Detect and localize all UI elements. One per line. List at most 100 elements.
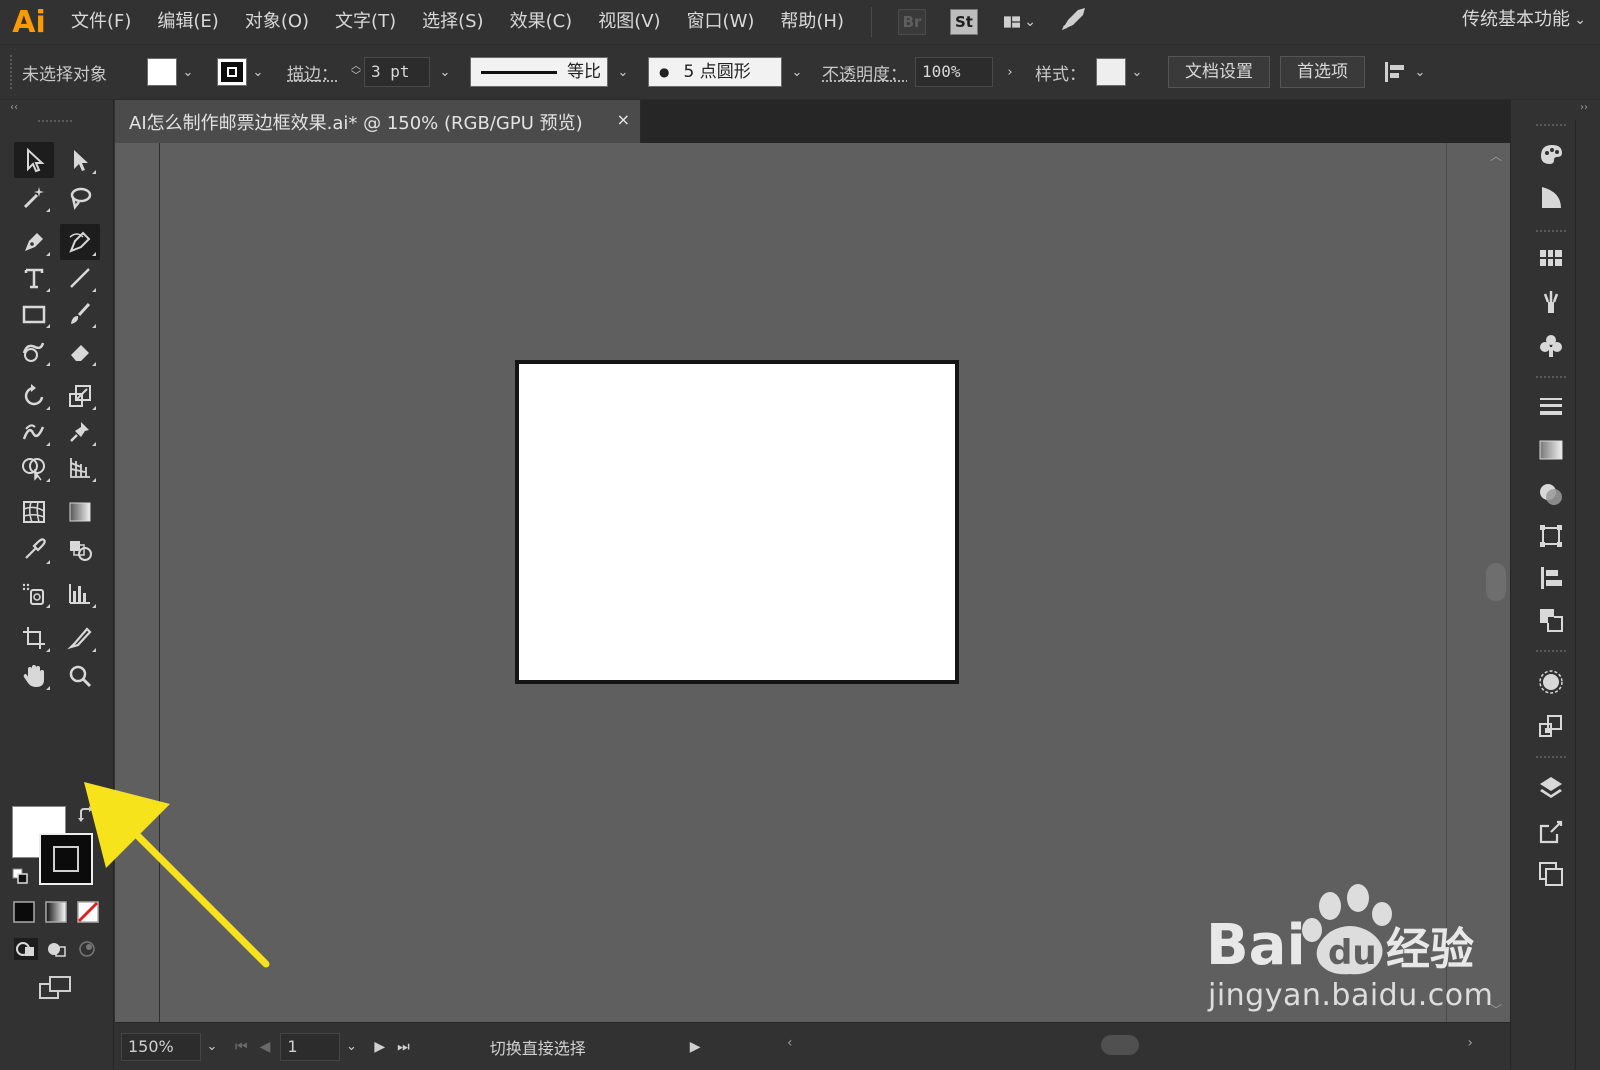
stroke-weight-input[interactable]: 3 pt [364,57,430,87]
chevron-left-icon[interactable]: ‹ [787,1035,793,1051]
panel-grip[interactable] [38,120,72,126]
opacity-label[interactable]: 不透明度： [822,60,907,85]
slice-tool[interactable] [60,620,100,656]
symbol-sprayer-tool[interactable] [14,576,54,612]
gradient-mode-icon[interactable] [44,900,68,924]
shaper-tool[interactable] [14,334,54,370]
canvas[interactable] [115,143,1482,1022]
document-setup-button[interactable]: 文档设置 [1168,56,1270,88]
rectangle-tool[interactable] [14,296,54,332]
draw-behind-icon[interactable] [45,938,69,960]
panel-grip[interactable] [1536,756,1566,760]
chevron-down-icon[interactable]: ⌄ [177,65,199,80]
lasso-tool[interactable] [60,180,100,216]
menu-file[interactable]: 文件(F) [58,0,144,44]
horizontal-scroll-thumb[interactable] [1101,1035,1139,1055]
last-artboard-icon[interactable]: ⏭ [397,1039,410,1055]
collapse-icon[interactable]: ›› [1580,102,1588,113]
menu-object[interactable]: 对象(O) [232,0,322,44]
chevron-down-icon[interactable]: ⌄ [434,65,456,80]
transform-button[interactable] [1534,520,1568,552]
column-graph-tool[interactable] [60,576,100,612]
chevron-down-icon[interactable]: ⌄ [612,65,634,80]
scale-tool[interactable] [60,378,100,414]
previous-artboard-icon[interactable]: ◀ [260,1039,271,1055]
gradient-tool[interactable] [60,494,100,530]
align-options-button[interactable]: ⌄ [1383,60,1431,84]
chevron-down-icon[interactable]: ⌄ [201,1039,223,1054]
mesh-tool[interactable] [14,494,54,530]
hand-tool[interactable] [14,658,54,694]
color-mode-icon[interactable] [12,900,36,924]
variable-width-profile[interactable]: 等比 [470,57,608,87]
draw-inside-icon[interactable] [76,938,100,960]
pen-tool[interactable] [14,224,54,260]
perspective-grid-tool[interactable] [60,450,100,486]
stroke-label[interactable]: 描边： [287,60,338,85]
stroke-weight-stepper[interactable]: ︿ ﹀ [348,57,364,87]
menu-window[interactable]: 窗口(W) [674,0,768,44]
none-mode-icon[interactable] [76,900,100,924]
rectangle-shape[interactable] [515,360,959,684]
layers-button[interactable] [1534,772,1568,804]
appearance-button[interactable] [1534,666,1568,698]
graphic-styles-button[interactable] [1534,710,1568,742]
selection-tool[interactable] [14,142,54,178]
document-tab[interactable]: AI怎么制作邮票边框效果.ai* @ 150% (RGB/GPU 预览) × [115,100,641,143]
panel-grip[interactable] [1536,650,1566,654]
pathfinder-button[interactable] [1534,604,1568,636]
line-segment-tool[interactable] [60,260,100,296]
close-icon[interactable]: × [617,110,630,129]
swap-fill-stroke-icon[interactable] [78,806,96,824]
swatches-button[interactable] [1534,242,1568,274]
menu-select[interactable]: 选择(S) [409,0,496,44]
chevron-down-icon[interactable]: ⌄ [1126,65,1148,80]
workspace-switcher[interactable]: 传统基本功能 [1462,0,1570,44]
bridge-button[interactable]: Br [898,9,926,35]
default-fill-stroke-icon[interactable] [12,868,28,884]
paintbrush-tool[interactable] [60,296,100,332]
chevron-up-icon[interactable]: ︿ [1490,147,1502,164]
fill-color-swatch[interactable] [147,58,177,86]
brush-definition[interactable]: ● 5 点圆形 [648,57,782,87]
warp-tool[interactable] [14,414,54,450]
chevron-right-icon[interactable]: › [1467,1035,1473,1051]
direct-selection-tool[interactable] [60,142,100,178]
horizontal-scrollbar[interactable]: ‹ › [787,1031,1487,1059]
magic-wand-tool[interactable] [14,180,54,216]
blend-tool[interactable] [60,532,100,568]
eraser-tool[interactable] [60,334,100,370]
shape-builder-tool[interactable] [14,450,54,486]
vertical-scrollbar[interactable]: ︿ ﹀ [1482,143,1510,1022]
menu-effect[interactable]: 效果(C) [497,0,586,44]
color-panel-button[interactable] [1534,138,1568,170]
status-menu-icon[interactable]: ▶ [690,1039,701,1055]
menu-view[interactable]: 视图(V) [585,0,673,44]
draw-normal-icon[interactable] [14,938,38,960]
panel-grip[interactable] [10,55,16,89]
zoom-tool[interactable] [60,658,100,694]
panel-grip[interactable] [1536,376,1566,380]
graphic-style-swatch[interactable] [1096,58,1126,86]
transparency-button[interactable] [1534,478,1568,510]
brushes-button[interactable] [1534,286,1568,318]
stock-button[interactable]: St [950,9,978,35]
type-tool[interactable] [14,260,54,296]
curvature-tool[interactable] [60,224,100,260]
chevron-down-icon[interactable]: ⌄ [247,65,269,80]
artboard-number-input[interactable]: 1 [280,1032,341,1061]
color-guide-button[interactable] [1534,182,1568,214]
gpu-performance-button[interactable] [1058,6,1088,38]
stroke-panel-button[interactable] [1534,390,1568,422]
next-artboard-icon[interactable]: ▶ [374,1039,385,1055]
align-panel-button[interactable] [1534,562,1568,594]
first-artboard-icon[interactable]: ⏮ [235,1039,248,1055]
vertical-scroll-thumb[interactable] [1486,563,1506,601]
artboard-tool[interactable] [14,620,54,656]
menu-type[interactable]: 文字(T) [322,0,409,44]
zoom-level-input[interactable]: 150% [121,1032,201,1061]
eyedropper-tool[interactable] [14,532,54,568]
preferences-button[interactable]: 首选项 [1280,56,1365,88]
stroke-color-swatch[interactable] [217,58,247,86]
panel-grip[interactable] [1536,124,1566,128]
